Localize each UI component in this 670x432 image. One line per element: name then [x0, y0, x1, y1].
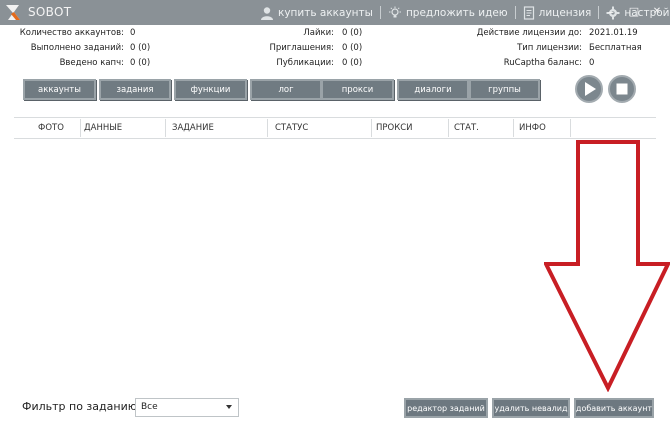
user-icon: [261, 6, 273, 20]
stats-accounts: Количество аккаунтов: 0 Выполнено задани…: [0, 26, 164, 71]
app-title: SOBOT: [28, 5, 72, 19]
column-header-proxy[interactable]: ПРОКСИ: [376, 118, 413, 138]
stat-invites: Приглашения: 0 (0): [240, 41, 374, 56]
column-header-info[interactable]: ИНФО: [519, 118, 546, 138]
menu-buy-accounts-label: купить аккаунты: [278, 6, 373, 19]
remove-invalid-button[interactable]: удалить невалид: [492, 398, 570, 418]
lightbulb-icon: [388, 6, 401, 17]
stop-icon: [616, 83, 628, 95]
stat-rucaptcha-balance: RuCaptha баланс: 0: [440, 56, 662, 71]
tab-functions[interactable]: функции: [174, 79, 247, 100]
menu-suggest-idea[interactable]: предложить идею: [386, 6, 510, 20]
stat-value: 0: [130, 28, 136, 38]
menu-divider: [514, 6, 516, 19]
filter-label: Фильтр по заданию:: [22, 400, 141, 413]
stop-button[interactable]: [608, 75, 636, 103]
tab-groups[interactable]: группы: [469, 79, 540, 100]
tab-proxy[interactable]: прокси: [321, 79, 394, 100]
tab-accounts[interactable]: аккаунты: [23, 79, 96, 100]
stat-label: Лайки:: [303, 28, 334, 38]
stat-accounts-count: Количество аккаунтов: 0: [0, 26, 164, 41]
stat-label: Действие лицензии до:: [476, 28, 582, 38]
stat-label: Публикации:: [276, 58, 334, 68]
stats-activity: Лайки: 0 (0) Приглашения: 0 (0) Публикац…: [240, 26, 374, 71]
document-icon: [523, 5, 534, 20]
stat-value: 0 (0): [342, 58, 363, 68]
title-bar: SOBOT купить аккаунты предложить идею ли…: [0, 0, 670, 25]
column-divider[interactable]: [513, 119, 514, 137]
play-button[interactable]: [575, 75, 603, 103]
close-button[interactable]: ✕: [650, 4, 664, 20]
stat-value: 2021.01.19: [589, 28, 638, 38]
stat-captchas: Введено капч: 0 (0): [0, 56, 164, 71]
stat-value: 0 (0): [342, 28, 363, 38]
add-account-button[interactable]: добавить аккаунт: [574, 398, 654, 418]
menu-suggest-idea-label: предложить идею: [405, 6, 508, 19]
tab-dialogs[interactable]: диалоги: [397, 79, 469, 100]
stat-tasks-done: Выполнено заданий: 0 (0): [0, 41, 164, 56]
column-header-stats[interactable]: СТАТ.: [454, 118, 479, 138]
stat-license-expiry: Действие лицензии до: 2021.01.19: [440, 26, 662, 41]
stat-label: Количество аккаунтов:: [19, 28, 124, 38]
column-divider[interactable]: [80, 119, 81, 137]
task-filter-select[interactable]: Все: [135, 398, 239, 417]
stats-license: Действие лицензии до: 2021.01.19 Тип лиц…: [440, 26, 662, 71]
column-divider[interactable]: [371, 119, 372, 137]
menu-buy-accounts[interactable]: купить аккаунты: [258, 6, 375, 20]
column-divider[interactable]: [448, 119, 449, 137]
menu-divider: [598, 6, 600, 19]
menu-license-label: лицензия: [538, 6, 592, 19]
tab-tasks[interactable]: задания: [99, 79, 171, 100]
column-header-photo[interactable]: ФОТО: [38, 118, 64, 138]
column-divider[interactable]: [267, 119, 268, 137]
stat-value: 0 (0): [342, 43, 363, 53]
stat-value: 0 (0): [130, 43, 151, 53]
column-divider[interactable]: [570, 119, 571, 137]
sobot-logo-icon: [6, 5, 20, 20]
play-icon: [585, 82, 596, 96]
task-editor-button[interactable]: редактор заданий: [404, 398, 488, 418]
chevron-down-icon: [226, 405, 232, 409]
maximize-button[interactable]: □: [627, 4, 641, 20]
tab-log[interactable]: лог: [250, 79, 322, 100]
red-arrow-annotation: [544, 140, 670, 392]
column-header-data[interactable]: ДАННЫЕ: [84, 118, 122, 138]
column-header-status[interactable]: СТАТУС: [275, 118, 308, 138]
stat-label: Введено капч:: [59, 58, 124, 68]
stat-value: 0 (0): [130, 58, 151, 68]
stat-label: Приглашения:: [269, 43, 335, 53]
stat-value: 0: [589, 58, 595, 68]
stat-license-type: Тип лицензии: Бесплатная: [440, 41, 662, 56]
task-filter-value: Все: [141, 402, 158, 412]
tab-bar: аккаунты задания функции лог прокси диал…: [23, 79, 540, 101]
menu-divider: [379, 6, 381, 19]
stat-posts: Публикации: 0 (0): [240, 56, 374, 71]
minimize-button[interactable]: –: [604, 4, 618, 20]
menu-license[interactable]: лицензия: [521, 5, 594, 20]
column-divider[interactable]: [165, 119, 166, 137]
accounts-table-header: ФОТО ДАННЫЕ ЗАДАНИЕ СТАТУС ПРОКСИ СТАТ. …: [14, 117, 656, 139]
stat-label: RuCaptha баланс:: [503, 58, 582, 68]
stat-value: Бесплатная: [589, 43, 642, 53]
stat-likes: Лайки: 0 (0): [240, 26, 374, 41]
stat-label: Выполнено заданий:: [30, 43, 124, 53]
stat-label: Тип лицензии:: [517, 43, 582, 53]
column-header-task[interactable]: ЗАДАНИЕ: [172, 118, 214, 138]
